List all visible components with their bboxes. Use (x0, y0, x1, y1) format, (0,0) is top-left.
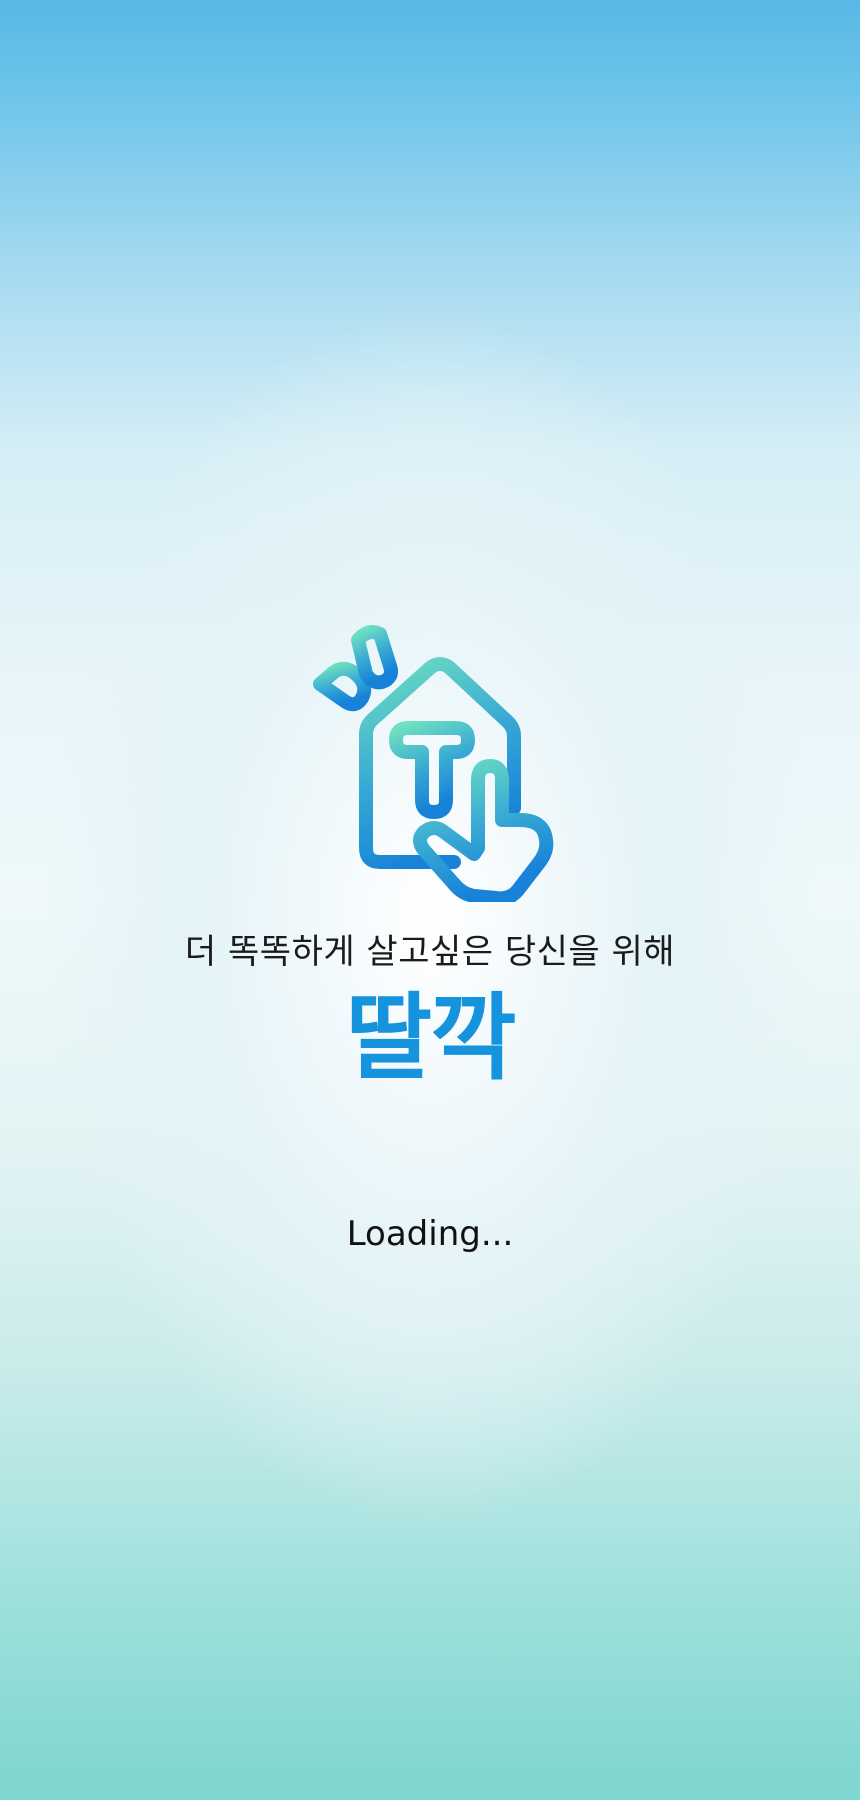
app-logo (298, 620, 562, 902)
loading-indicator-text: Loading... (346, 1214, 514, 1254)
splash-screen: 더 똑똑하게 살고싶은 당신을 위해 딸깍 Loading... (0, 0, 860, 1800)
tagline-text: 더 똑똑하게 살고싶은 당신을 위해 (184, 932, 676, 972)
brand-name: 딸깍 (345, 984, 517, 1093)
house-tap-icon (313, 625, 554, 902)
